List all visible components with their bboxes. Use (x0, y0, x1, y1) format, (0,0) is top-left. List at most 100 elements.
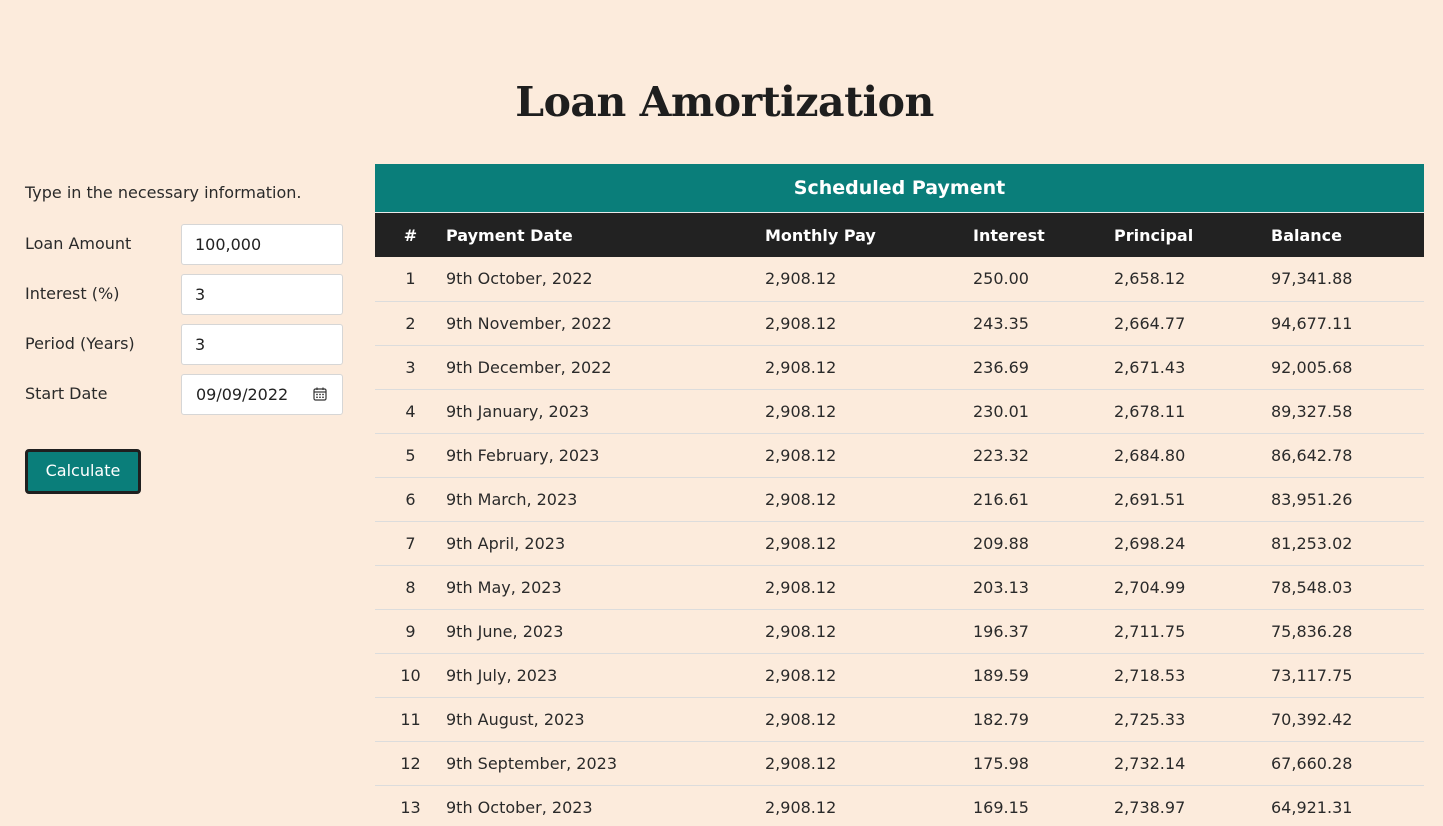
cell-payment-date: 9th November, 2022 (446, 313, 612, 333)
period-input[interactable]: 3 (181, 324, 343, 365)
cell-interest: 209.88 (973, 533, 1029, 553)
cell-monthly-pay: 2,908.12 (765, 577, 837, 597)
cell-interest: 175.98 (973, 753, 1029, 773)
table-row: 4 9th January, 2023 2,908.12 230.01 2,678.11… (375, 389, 1424, 433)
cell-monthly-pay: 2,908.12 (765, 445, 837, 465)
cell-monthly-pay: 2,908.12 (765, 709, 837, 729)
cell-principal: 2,711.75 (1114, 621, 1186, 641)
page: Loan Amortization Type in the necessary … (0, 0, 1443, 826)
cell-principal: 2,691.51 (1114, 489, 1186, 509)
cell-number: 3 (405, 357, 416, 377)
period-row: Period (Years) 3 (25, 324, 345, 365)
page-title: Loan Amortization (515, 78, 934, 126)
cell-monthly-pay: 2,908.12 (765, 489, 837, 509)
cell-number: 7 (405, 533, 416, 553)
cell-payment-date: 9th March, 2023 (446, 489, 578, 509)
loan-amount-label: Loan Amount (25, 234, 132, 253)
cell-number: 9 (405, 621, 416, 641)
loan-form: Type in the necessary information. Loan … (25, 180, 345, 494)
table-row: 9 9th June, 2023 2,908.12 196.37 2,711.75 75,… (375, 609, 1424, 653)
table-row: 5 9th February, 2023 2,908.12 223.32 2,684.8… (375, 433, 1424, 477)
cell-interest: 216.61 (973, 489, 1029, 509)
cell-monthly-pay: 2,908.12 (765, 797, 837, 817)
cell-payment-date: 9th October, 2023 (446, 797, 593, 817)
table-row: 10 9th July, 2023 2,908.12 189.59 2,718.53 73… (375, 653, 1424, 697)
cell-number: 12 (400, 753, 421, 773)
cell-number: 2 (405, 313, 416, 333)
cell-principal: 2,684.80 (1114, 445, 1186, 465)
cell-interest: 250.00 (973, 269, 1029, 289)
cell-payment-date: 9th July, 2023 (446, 665, 558, 685)
cell-payment-date: 9th April, 2023 (446, 533, 566, 553)
cell-number: 6 (405, 489, 416, 509)
table-row: 2 9th November, 2022 2,908.12 243.35 2,664.7… (375, 301, 1424, 345)
cell-principal: 2,725.33 (1114, 709, 1186, 729)
cell-number: 5 (405, 445, 416, 465)
cell-monthly-pay: 2,908.12 (765, 753, 837, 773)
cell-number: 1 (405, 269, 416, 289)
cell-number: 10 (400, 665, 421, 685)
cell-balance: 81,253.02 (1271, 533, 1353, 553)
cell-interest: 230.01 (973, 401, 1029, 421)
table-row: 12 9th September, 2023 2,908.12 175.98 2,732… (375, 741, 1424, 785)
cell-payment-date: 9th October, 2022 (446, 269, 593, 289)
table-row: 6 9th March, 2023 2,908.12 216.61 2,691.51 83… (375, 477, 1424, 521)
period-label: Period (Years) (25, 334, 135, 353)
cell-number: 13 (400, 797, 421, 817)
interest-input[interactable]: 3 (181, 274, 343, 315)
table-row: 1 9th October, 2022 2,908.12 250.00 2,658.12… (375, 257, 1424, 301)
cell-payment-date: 9th February, 2023 (446, 445, 600, 465)
calculate-button[interactable]: Calculate (25, 449, 141, 494)
start-date-input[interactable]: 09/09/2022 (181, 374, 343, 415)
cell-interest: 203.13 (973, 577, 1029, 597)
loan-amount-row: Loan Amount 100,000 (25, 224, 345, 265)
cell-payment-date: 9th December, 2022 (446, 357, 612, 377)
column-header-interest: Interest (973, 225, 1045, 245)
cell-principal: 2,678.11 (1114, 401, 1186, 421)
cell-payment-date: 9th September, 2023 (446, 753, 618, 773)
cell-principal: 2,732.14 (1114, 753, 1186, 773)
cell-number: 11 (400, 709, 421, 729)
cell-interest: 236.69 (973, 357, 1029, 377)
calendar-icon[interactable] (313, 387, 327, 401)
table-row: 11 9th August, 2023 2,908.12 182.79 2,725.33… (375, 697, 1424, 741)
cell-principal: 2,738.97 (1114, 797, 1186, 817)
cell-balance: 73,117.75 (1271, 665, 1353, 685)
cell-principal: 2,704.99 (1114, 577, 1186, 597)
loan-amount-input[interactable]: 100,000 (181, 224, 343, 265)
cell-interest: 196.37 (973, 621, 1029, 641)
cell-balance: 67,660.28 (1271, 753, 1353, 773)
cell-balance: 97,341.88 (1271, 269, 1353, 289)
cell-balance: 64,921.31 (1271, 797, 1353, 817)
cell-balance: 78,548.03 (1271, 577, 1353, 597)
column-header-balance: Balance (1271, 225, 1342, 245)
start-date-row: Start Date 09/09/2022 (25, 374, 345, 415)
schedule-table: # Payment Date Monthly Pay Interest Prin… (375, 213, 1424, 826)
cell-principal: 2,664.77 (1114, 313, 1186, 333)
column-header-principal: Principal (1114, 225, 1194, 245)
cell-interest: 243.35 (973, 313, 1029, 333)
table-caption: Scheduled Payment (375, 164, 1424, 213)
cell-balance: 83,951.26 (1271, 489, 1353, 509)
cell-interest: 182.79 (973, 709, 1029, 729)
interest-label: Interest (%) (25, 284, 120, 303)
start-date-label: Start Date (25, 384, 108, 403)
table-row: 3 9th December, 2022 2,908.12 236.69 2,671.4… (375, 345, 1424, 389)
table-body: 1 9th October, 2022 2,908.12 250.00 2,658.12… (375, 257, 1424, 826)
start-date-value: 09/09/2022 (196, 385, 289, 404)
form-instructions: Type in the necessary information. (25, 183, 302, 202)
cell-monthly-pay: 2,908.12 (765, 313, 837, 333)
cell-principal: 2,718.53 (1114, 665, 1186, 685)
cell-payment-date: 9th January, 2023 (446, 401, 590, 421)
cell-payment-date: 9th May, 2023 (446, 577, 562, 597)
cell-monthly-pay: 2,908.12 (765, 401, 837, 421)
cell-balance: 94,677.11 (1271, 313, 1353, 333)
cell-payment-date: 9th August, 2023 (446, 709, 585, 729)
cell-monthly-pay: 2,908.12 (765, 533, 837, 553)
cell-balance: 75,836.28 (1271, 621, 1353, 641)
cell-number: 8 (405, 577, 416, 597)
interest-row: Interest (%) 3 (25, 274, 345, 315)
column-header-payment-date: Payment Date (446, 225, 573, 245)
table-row: 8 9th May, 2023 2,908.12 203.13 2,704.99 78,5… (375, 565, 1424, 609)
cell-number: 4 (405, 401, 416, 421)
